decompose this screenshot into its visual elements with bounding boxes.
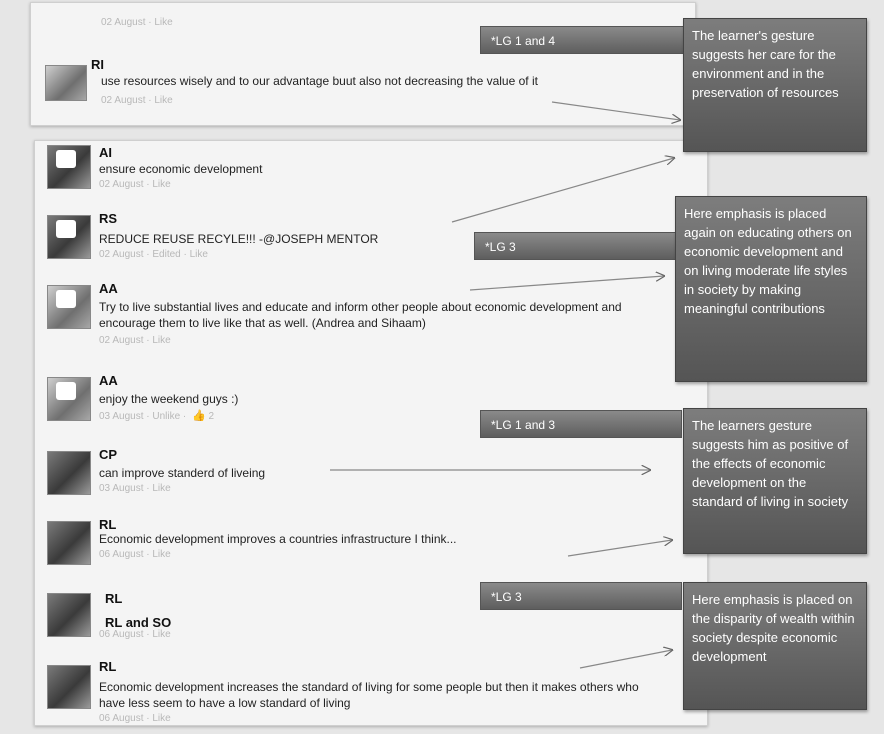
- lg-tag: *LG 1 and 4: [480, 26, 684, 54]
- post-text: use resources wisely and to our advantag…: [101, 74, 538, 88]
- post-meta: 03 August · Unlike · 👍 2: [99, 409, 214, 422]
- post-author[interactable]: RL: [105, 591, 122, 606]
- post-author[interactable]: RL: [99, 517, 116, 532]
- avatar: [47, 285, 91, 329]
- lg-tag: *LG 3: [474, 232, 676, 260]
- post-meta-text: 03 August · Unlike ·: [99, 411, 187, 422]
- thumbs-up-icon[interactable]: 👍: [192, 409, 206, 422]
- post-text: Economic development improves a countrie…: [99, 532, 457, 546]
- avatar: [47, 593, 91, 637]
- lg-tag: *LG 3: [480, 582, 682, 610]
- avatar: [47, 377, 91, 421]
- post-text: Try to live substantial lives and educat…: [99, 300, 622, 330]
- post-meta: 06 August · Like: [99, 713, 171, 724]
- avatar: [47, 521, 91, 565]
- annotation-note: Here emphasis is placed on the disparity…: [683, 582, 867, 710]
- post-author[interactable]: RL: [99, 659, 116, 674]
- post-text: enjoy the weekend guys :): [99, 392, 239, 406]
- post-author[interactable]: RS: [99, 211, 117, 226]
- post-author[interactable]: AI: [99, 145, 112, 160]
- post-text: ensure economic development: [99, 162, 263, 176]
- post-meta: 03 August · Like: [99, 483, 171, 494]
- avatar: [47, 665, 91, 709]
- avatar: [47, 145, 91, 189]
- lg-tag: *LG 1 and 3: [480, 410, 682, 438]
- annotation-note: The learner's gesture suggests her care …: [683, 18, 867, 152]
- post-author[interactable]: CP: [99, 447, 117, 462]
- post-author[interactable]: AA: [99, 373, 118, 388]
- top-post-panel: 02 August · Like RI use resources wisely…: [30, 2, 696, 126]
- post-meta: 02 August · Like: [99, 179, 171, 190]
- post-text: Economic development increases the stand…: [99, 680, 639, 710]
- avatar: [45, 65, 87, 101]
- post-meta: 02 August · Edited · Like: [99, 249, 208, 260]
- post-meta: 02 August · Like: [101, 17, 173, 28]
- post-meta: 02 August · Like: [101, 95, 173, 106]
- post-meta: 06 August · Like: [99, 629, 171, 640]
- avatar: [47, 215, 91, 259]
- post-author-group[interactable]: RL and SO: [105, 615, 171, 630]
- annotation-note: Here emphasis is placed again on educati…: [675, 196, 867, 382]
- post-meta: 06 August · Like: [99, 549, 171, 560]
- post-author[interactable]: RI: [91, 57, 104, 72]
- post-author[interactable]: AA: [99, 281, 118, 296]
- post-text: can improve standerd of liveing: [99, 466, 266, 480]
- annotation-note: The learners gesture suggests him as pos…: [683, 408, 867, 554]
- post-meta: 02 August · Like: [99, 335, 171, 346]
- like-count: 2: [208, 411, 215, 422]
- avatar: [47, 451, 91, 495]
